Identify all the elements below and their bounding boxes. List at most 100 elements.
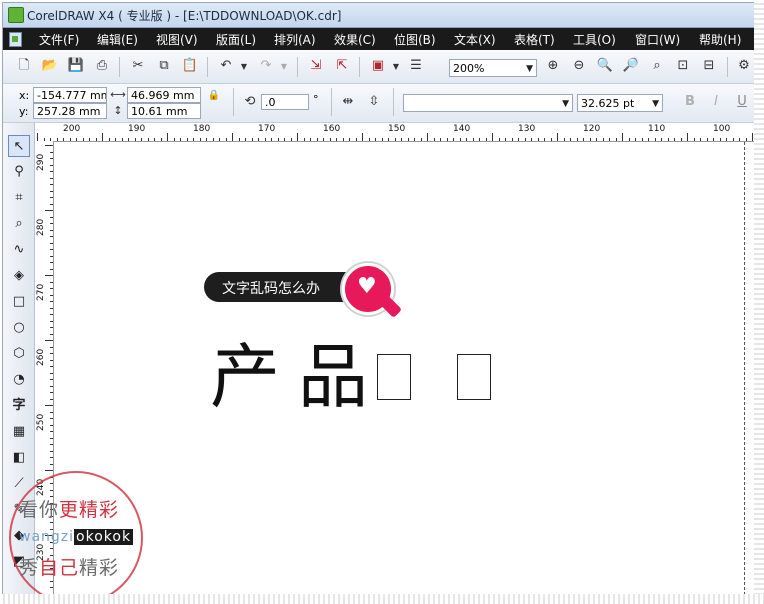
polygon-tool-icon[interactable]: ⬡: [8, 343, 30, 365]
options-icon[interactable]: ⚙: [735, 57, 753, 75]
watermark-line: wangzi okokok: [19, 529, 134, 545]
zoom-all-objects-icon[interactable]: 🔎: [622, 57, 640, 75]
ruler-tick: [544, 138, 545, 141]
ruler-tick: [50, 307, 53, 309]
menu-file[interactable]: 文件(F): [39, 31, 79, 48]
zoom-tool-icon[interactable]: ⌕: [8, 213, 30, 235]
ruler-tick: [654, 138, 656, 141]
table-tool-icon[interactable]: ▦: [8, 421, 30, 443]
ruler-tick: [50, 197, 53, 198]
menu-window[interactable]: 窗口(W): [635, 31, 680, 48]
ruler-tick: [674, 138, 675, 141]
import-icon[interactable]: ⇲: [307, 57, 325, 75]
ellipse-tool-icon[interactable]: ○: [8, 317, 30, 339]
ruler-tick: [45, 210, 53, 211]
menu-effects[interactable]: 效果(C): [334, 31, 376, 48]
missing-glyph-box[interactable]: [377, 354, 411, 400]
menu-text[interactable]: 文本(X): [454, 31, 496, 48]
y-position-field[interactable]: 257.28 mm: [33, 103, 107, 119]
undo-icon[interactable]: ↶: [217, 57, 235, 75]
watermark-stamp: 看你更精彩 wangzi okokok 秀自己精彩: [9, 471, 143, 595]
zoom-width-icon[interactable]: ⊡: [674, 57, 692, 75]
undo-dropdown-icon[interactable]: ▼: [235, 58, 253, 76]
menu-arrange[interactable]: 排列(A): [274, 31, 316, 48]
rectangle-tool-icon[interactable]: □: [8, 291, 30, 313]
interactive-blend-tool-icon[interactable]: ◧: [8, 447, 30, 469]
text-tool-icon[interactable]: 字: [8, 395, 30, 417]
ruler-tick: [394, 138, 396, 141]
italic-button[interactable]: I: [707, 93, 725, 111]
ruler-tick: [50, 151, 53, 153]
zoom-height-icon[interactable]: ⊟: [700, 57, 718, 75]
rotation-angle-field[interactable]: .0: [261, 94, 309, 110]
redo-dropdown-icon[interactable]: ▼: [275, 58, 293, 76]
launcher-dropdown-icon[interactable]: ▼: [387, 58, 405, 76]
zoom-page-icon[interactable]: ⌕: [648, 57, 666, 75]
zoom-in-icon[interactable]: ⊕: [544, 57, 562, 75]
paste-icon[interactable]: 📋: [181, 57, 199, 75]
horizontal-ruler[interactable]: 200 190 180 170 160 150 140 130 120 110 …: [35, 123, 755, 142]
smart-fill-tool-icon[interactable]: ◈: [8, 265, 30, 287]
freehand-tool-icon[interactable]: ∿: [8, 239, 30, 261]
menu-layout[interactable]: 版面(L): [216, 31, 256, 48]
canvas-text-char[interactable]: 品: [298, 342, 368, 412]
basic-shapes-tool-icon[interactable]: ◔: [8, 369, 30, 391]
zoom-out-icon[interactable]: ⊖: [570, 57, 588, 75]
drawing-canvas[interactable]: 产 品 文字乱码怎么办 ♥: [54, 142, 755, 595]
app-window: CorelDRAW X4 ( 专业版 ) - [E:\TDDOWNLOAD\OK…: [2, 2, 756, 596]
application-launcher-icon[interactable]: ▣: [369, 57, 387, 75]
menu-edit[interactable]: 编辑(E): [97, 31, 138, 48]
font-name-combo[interactable]: ▼: [403, 94, 573, 112]
ruler-tick: [479, 138, 480, 141]
missing-glyph-box[interactable]: [457, 354, 491, 400]
ruler-tick: [45, 340, 53, 341]
canvas-text-char[interactable]: 产: [210, 342, 280, 412]
ruler-tick: [615, 138, 617, 141]
menu-table[interactable]: 表格(T): [514, 31, 555, 48]
bold-button[interactable]: B: [681, 93, 699, 111]
copy-icon[interactable]: ⧉: [155, 57, 173, 75]
font-size-combo[interactable]: 32.625 pt ▼: [577, 94, 663, 112]
menu-tools[interactable]: 工具(O): [573, 31, 616, 48]
new-document-icon[interactable]: 🗋: [15, 57, 33, 75]
ruler-tick: [375, 138, 376, 141]
crop-tool-icon[interactable]: ⌗: [8, 187, 30, 209]
object-height-field[interactable]: 10.61 mm: [127, 103, 201, 119]
menu-bitmaps[interactable]: 位图(B): [394, 31, 436, 48]
ruler-tick: [414, 138, 415, 141]
ruler-tick: [739, 138, 740, 141]
cut-icon[interactable]: ✂: [129, 57, 147, 75]
ruler-tick: [726, 138, 727, 141]
lock-ratio-icon[interactable]: 🔒: [205, 87, 223, 105]
underline-button[interactable]: U: [733, 93, 751, 111]
ruler-tick: [102, 133, 103, 141]
pick-tool-icon[interactable]: ↖: [8, 135, 30, 157]
zoom-level-combo[interactable]: 200% ▼: [449, 59, 537, 77]
document-icon[interactable]: [9, 32, 22, 47]
redo-icon[interactable]: ↷: [257, 57, 275, 75]
ruler-tick: [154, 138, 155, 141]
mirror-vertical-icon[interactable]: ⇳: [365, 93, 383, 111]
ruler-label: 180: [193, 124, 211, 134]
shape-tool-icon[interactable]: ⚲: [8, 161, 30, 183]
welcome-screen-icon[interactable]: ☰: [407, 57, 425, 75]
menu-help[interactable]: 帮助(H): [699, 31, 741, 48]
zoom-selected-icon[interactable]: 🔍: [596, 57, 614, 75]
open-folder-icon[interactable]: 📂: [41, 57, 59, 75]
object-width-field[interactable]: 46.969 mm: [127, 87, 201, 103]
ruler-tick: [50, 346, 53, 348]
save-icon[interactable]: 💾: [67, 57, 85, 75]
ruler-tick: [310, 138, 311, 141]
ruler-tick: [45, 275, 53, 276]
mirror-horizontal-icon[interactable]: ⇹: [339, 93, 357, 111]
export-icon[interactable]: ⇱: [333, 57, 351, 75]
print-icon[interactable]: ⎙: [93, 57, 111, 75]
menu-view[interactable]: 视图(V): [156, 31, 198, 48]
ruler-tick: [50, 255, 53, 257]
annotation-callout: 文字乱码怎么办: [204, 272, 364, 302]
ruler-tick: [50, 320, 53, 322]
ruler-label: 200: [63, 124, 81, 134]
x-position-field[interactable]: -154.777 mm: [33, 87, 107, 103]
ruler-tick: [50, 190, 53, 192]
property-bar: x: -154.777 mm y: 257.28 mm ⟷ 46.969 mm …: [3, 84, 755, 123]
